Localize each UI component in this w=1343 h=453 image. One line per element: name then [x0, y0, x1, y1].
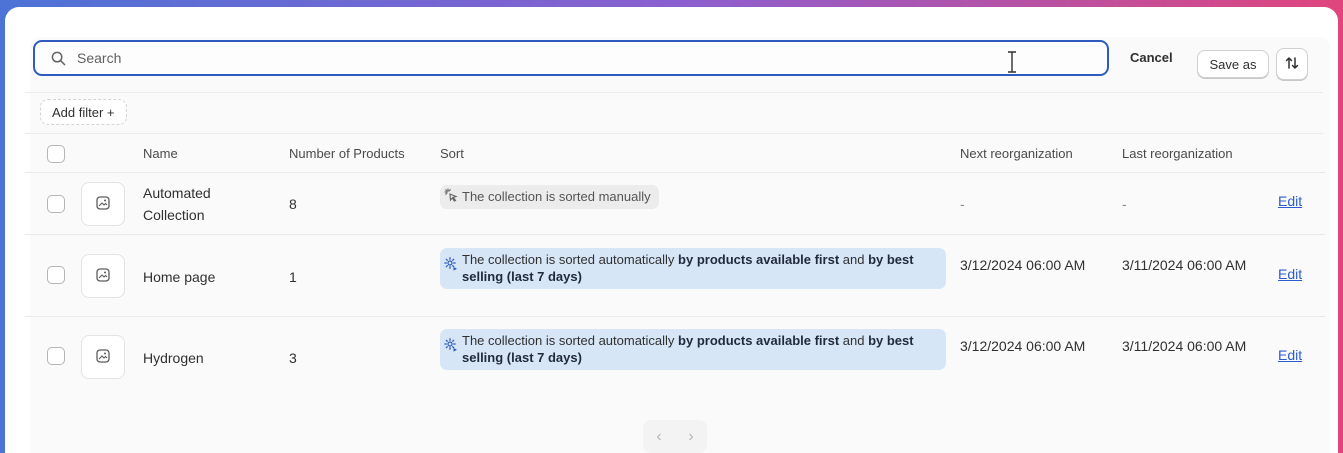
- collection-name[interactable]: Automated Collection: [143, 182, 263, 226]
- row-checkbox[interactable]: [47, 266, 65, 284]
- pagination: ‹ ›: [643, 420, 707, 453]
- collection-thumbnail: [81, 254, 125, 298]
- product-count: 8: [289, 196, 297, 212]
- sort-conjunction: and: [839, 252, 869, 267]
- edit-link[interactable]: Edit: [1278, 347, 1302, 363]
- header-name[interactable]: Name: [143, 146, 178, 161]
- gear-sort-icon: [444, 257, 458, 271]
- sort-arrows-icon: [1284, 55, 1300, 74]
- image-placeholder-icon: [96, 267, 110, 285]
- product-count: 3: [289, 350, 297, 366]
- divider: [25, 133, 1323, 134]
- divider: [25, 92, 1323, 93]
- chevron-left-icon[interactable]: ‹: [644, 428, 674, 446]
- collections-panel: [30, 37, 1330, 453]
- manual-sort-icon: [444, 188, 458, 202]
- image-placeholder-icon: [96, 195, 110, 213]
- sort-status-badge: The collection is sorted manually: [440, 185, 659, 209]
- next-reorganization: 3/12/2024 06:00 AM: [960, 257, 1086, 273]
- image-placeholder-icon: [96, 348, 110, 366]
- header-products[interactable]: Number of Products: [289, 146, 405, 161]
- last-reorganization: 3/11/2024 06:00 AM: [1122, 338, 1247, 354]
- sort-rule-primary: by products available first: [678, 333, 840, 348]
- collection-thumbnail: [81, 335, 125, 379]
- collection-name[interactable]: Hydrogen: [143, 347, 204, 369]
- next-reorganization: 3/12/2024 06:00 AM: [960, 338, 1086, 354]
- next-reorganization: -: [960, 196, 965, 212]
- sort-conjunction: and: [839, 333, 869, 348]
- sort-status-badge: The collection is sorted automatically b…: [440, 329, 946, 370]
- text-cursor-icon: [1007, 51, 1017, 73]
- collection-thumbnail: [81, 182, 125, 226]
- sort-rule-primary: by products available first: [678, 252, 840, 267]
- row-divider: [25, 316, 1325, 317]
- edit-link[interactable]: Edit: [1278, 266, 1302, 282]
- sort-status-text: The collection is sorted automatically: [462, 252, 679, 267]
- collection-name[interactable]: Home page: [143, 266, 215, 288]
- search-icon: [51, 50, 67, 66]
- last-reorganization: -: [1122, 196, 1127, 212]
- cancel-button[interactable]: Cancel: [1130, 50, 1173, 65]
- header-sort[interactable]: Sort: [440, 146, 464, 161]
- last-reorganization: 3/11/2024 06:00 AM: [1122, 257, 1247, 273]
- gear-sort-icon: [444, 338, 458, 352]
- row-divider: [25, 172, 1325, 173]
- chevron-right-icon[interactable]: ›: [676, 428, 706, 446]
- add-filter-button[interactable]: Add filter +: [40, 99, 127, 125]
- row-checkbox[interactable]: [47, 195, 65, 213]
- row-divider: [25, 234, 1325, 235]
- save-as-button[interactable]: Save as: [1197, 50, 1269, 78]
- edit-link[interactable]: Edit: [1278, 193, 1302, 209]
- sort-status-text: The collection is sorted automatically: [462, 333, 679, 348]
- search-bar[interactable]: [33, 40, 1109, 76]
- sort-button[interactable]: [1276, 48, 1308, 80]
- sort-status-badge: The collection is sorted automatically b…: [440, 248, 946, 289]
- select-all-checkbox[interactable]: [47, 145, 65, 163]
- search-input[interactable]: [77, 50, 977, 66]
- header-last-reorganization[interactable]: Last reorganization: [1122, 146, 1233, 161]
- header-next-reorganization[interactable]: Next reorganization: [960, 146, 1073, 161]
- product-count: 1: [289, 269, 297, 285]
- sort-status-text: The collection is sorted manually: [462, 189, 651, 204]
- row-checkbox[interactable]: [47, 347, 65, 365]
